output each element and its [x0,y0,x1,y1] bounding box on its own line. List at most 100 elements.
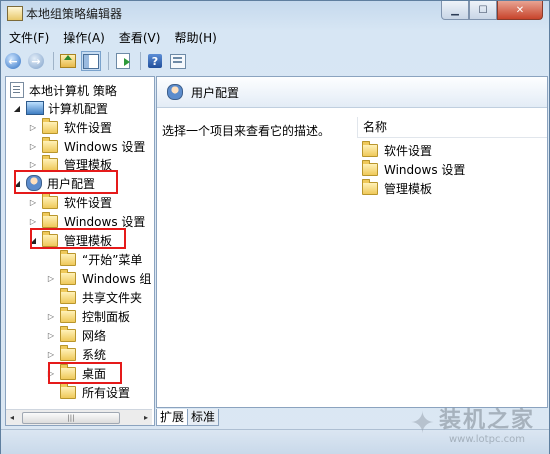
toolbar-separator [53,52,54,70]
console-tree[interactable]: 本地计算机 策略 ◢ 计算机配置 ▷ 软件设置 ▷ Windows 设置 ▷ 管… [5,76,155,426]
expand-icon[interactable]: ▷ [28,142,38,151]
policy-icon [10,82,24,98]
folder-icon [42,192,58,209]
expand-icon[interactable]: ▷ [28,198,38,207]
tree-node-label: 软件设置 [64,120,113,135]
tree-node-start-menu[interactable]: “开始”菜单 [46,249,143,268]
tree-node-label: 系统 [82,347,107,362]
show-hide-tree-button[interactable] [81,51,101,71]
tree-node-label: 本地计算机 策略 [29,83,117,98]
tree-node-system[interactable]: ▷ 系统 [46,344,107,363]
details-header: 用户配置 [157,77,547,108]
tree-node-control-panel[interactable]: ▷ 控制面板 [46,306,131,325]
star-logo-icon: ✦ [409,406,435,441]
console-tree-icon [83,53,99,69]
forward-button[interactable]: → [26,51,46,71]
tab-extended[interactable]: 扩展 [156,409,189,426]
computer-icon [26,101,44,115]
folder-icon [362,159,378,176]
tree-node-computer-windows[interactable]: ▷ Windows 设置 [28,136,146,155]
tree-node-label: 软件设置 [64,195,113,210]
toolbar: ← → ? [3,49,191,73]
folder-up-icon [60,54,76,68]
minimize-button[interactable]: ▁ [441,1,469,20]
menu-file[interactable]: 文件(F) [3,28,55,46]
folder-icon [60,382,76,399]
tree-horizontal-scrollbar[interactable]: ◂ ||| ▸ [6,409,152,425]
folder-icon [42,117,58,134]
expand-icon[interactable]: ▷ [46,312,56,321]
policy-editor-icon [7,6,23,21]
tree-node-label: 计算机配置 [48,101,109,116]
expand-icon[interactable]: ▷ [28,160,38,169]
highlight-desktop [48,362,122,384]
properties-button[interactable] [168,51,188,71]
watermark: ✦ 装机之家 www.lotpc.com [410,402,535,445]
tree-node-local-policy[interactable]: 本地计算机 策略 [10,81,117,99]
list-item-label: 管理模板 [384,181,433,196]
tab-standard[interactable]: 标准 [187,409,220,426]
tree-node-shared-folders[interactable]: 共享文件夹 [46,287,143,306]
maximize-button[interactable]: ☐ [469,1,497,20]
scrollbar-thumb[interactable]: ||| [22,412,120,424]
tree-node-label: Windows 设置 [64,214,146,229]
tree-node-label: 所有设置 [82,385,131,400]
tree-node-network[interactable]: ▷ 网络 [46,325,107,344]
expand-icon[interactable]: ▷ [28,123,38,132]
export-icon [116,53,130,69]
menu-help[interactable]: 帮助(H) [168,28,222,46]
expand-icon[interactable]: ▷ [28,217,38,226]
title-bar[interactable]: 本地组策略编辑器 ▁ ☐ ✕ [1,1,549,25]
up-level-button[interactable] [58,51,78,71]
back-arrow-icon: ← [5,53,21,69]
scroll-left-icon[interactable]: ◂ [10,413,14,422]
tree-node-label: 共享文件夹 [82,290,143,305]
app-window: 本地组策略编辑器 ▁ ☐ ✕ 文件(F) 操作(A) 查看(V) 帮助(H) ←… [0,0,550,454]
close-button[interactable]: ✕ [497,1,543,20]
description-text: 选择一个项目来查看它的描述。 [162,124,331,138]
list-item[interactable]: 管理模板 [362,178,433,197]
tree-node-label: “开始”菜单 [82,252,143,267]
back-button[interactable]: ← [3,51,23,71]
collapse-icon[interactable]: ◢ [12,104,22,113]
window-title: 本地组策略编辑器 [26,7,123,21]
tree-node-computer-software[interactable]: ▷ 软件设置 [28,117,113,136]
folder-icon [362,178,378,195]
menu-view[interactable]: 查看(V) [113,28,167,46]
expand-icon[interactable]: ▷ [46,274,56,283]
watermark-text: 装机之家 [438,408,535,433]
menu-action[interactable]: 操作(A) [57,28,111,46]
toolbar-separator [108,52,109,70]
tree-node-label: 控制面板 [82,309,131,324]
view-tabs: 扩展 标准 [156,409,220,427]
user-icon [167,84,183,100]
export-list-button[interactable] [113,51,133,71]
expand-icon[interactable]: ▷ [46,331,56,340]
folder-icon [60,344,76,361]
expand-icon[interactable]: ▷ [46,350,56,359]
folder-icon [362,140,378,157]
tree-node-label: Windows 组 [82,271,152,286]
window-controls: ▁ ☐ ✕ [441,1,543,20]
list-item[interactable]: 软件设置 [362,140,432,159]
tree-node-all-settings[interactable]: 所有设置 [46,382,131,401]
scroll-right-icon[interactable]: ▸ [144,413,148,422]
folder-icon [60,249,76,266]
tree-node-user-software[interactable]: ▷ 软件设置 [28,192,113,211]
tree-node-label: 网络 [82,328,107,343]
watermark-url: www.lotpc.com [448,434,525,445]
folder-icon [60,306,76,323]
column-header-name[interactable]: 名称 [357,117,547,138]
folder-icon [42,136,58,153]
folder-icon [60,287,76,304]
list-item[interactable]: Windows 设置 [362,159,465,178]
forward-arrow-icon: → [28,53,44,69]
tree-node-label: Windows 设置 [64,139,146,154]
tree-node-windows-components[interactable]: ▷ Windows 组 [46,268,152,287]
tree-node-computer-config[interactable]: ◢ 计算机配置 [12,99,108,117]
folder-icon [60,325,76,342]
folder-icon [60,268,76,285]
details-pane: 用户配置 选择一个项目来查看它的描述。 名称 软件设置 Windows 设置 管… [156,76,548,408]
help-button[interactable]: ? [145,51,165,71]
folder-icon [42,154,58,171]
